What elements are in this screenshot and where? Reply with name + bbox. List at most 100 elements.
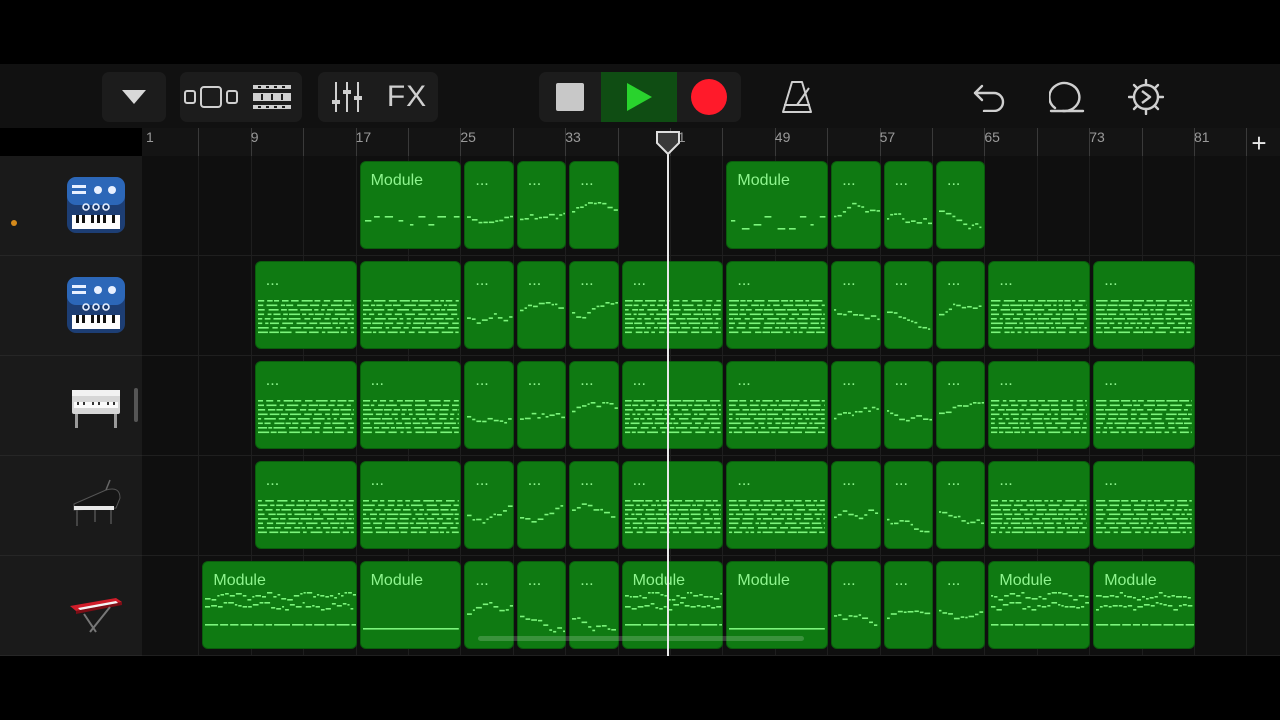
midi-region[interactable]: ... xyxy=(516,361,567,449)
track-header-1[interactable] xyxy=(0,156,142,256)
midi-region[interactable]: Module xyxy=(726,161,829,249)
midi-region[interactable]: ... xyxy=(831,361,881,449)
midi-region[interactable]: ... xyxy=(516,461,567,549)
midi-region[interactable]: ... xyxy=(883,361,933,449)
midi-region[interactable]: ... xyxy=(464,361,514,449)
region-label: ... xyxy=(737,272,751,289)
midi-region[interactable]: ... xyxy=(569,361,619,449)
midi-region[interactable]: ... xyxy=(254,461,357,549)
region-label: ... xyxy=(947,372,961,389)
midi-region[interactable] xyxy=(359,261,462,349)
midi-region[interactable]: ... xyxy=(726,361,829,449)
midi-region[interactable]: ... xyxy=(726,261,829,349)
midi-region[interactable]: ... xyxy=(988,361,1091,449)
midi-region[interactable]: ... xyxy=(883,461,933,549)
midi-region[interactable]: ... xyxy=(464,161,514,249)
ruler-tick xyxy=(1036,128,1038,156)
horizontal-scrollbar[interactable] xyxy=(478,636,804,641)
playhead-handle[interactable] xyxy=(655,130,681,156)
midi-region[interactable]: Module xyxy=(1093,561,1195,649)
region-label: ... xyxy=(947,272,961,289)
region-notes xyxy=(939,609,984,620)
midi-region[interactable]: ... xyxy=(621,461,724,549)
midi-region[interactable]: ... xyxy=(254,361,357,449)
region-notes xyxy=(834,202,880,218)
undo-button[interactable] xyxy=(966,72,1012,122)
region-notes xyxy=(467,415,513,424)
midi-region[interactable]: ... xyxy=(936,161,986,249)
midi-region[interactable]: ... xyxy=(516,161,567,249)
midi-region[interactable]: ... xyxy=(359,361,462,449)
bar-ruler[interactable]: 19172533414957657381 xyxy=(142,128,1280,156)
midi-region[interactable]: ... xyxy=(936,261,986,349)
midi-region[interactable]: ... xyxy=(988,461,1091,549)
midi-region[interactable]: ... xyxy=(569,261,619,349)
midi-region[interactable]: ... xyxy=(1093,461,1195,549)
midi-region[interactable]: Module xyxy=(359,561,462,649)
region-label: ... xyxy=(842,472,856,489)
region-label: ... xyxy=(999,272,1013,289)
add-section-button[interactable]: + xyxy=(1246,130,1272,157)
midi-region[interactable]: ... xyxy=(569,161,619,249)
region-label: ... xyxy=(265,472,280,489)
midi-region[interactable]: ... xyxy=(831,561,881,649)
ruler-tick xyxy=(512,128,514,156)
region-label: ... xyxy=(842,572,856,589)
midi-region[interactable]: ... xyxy=(359,461,462,549)
region-label: ... xyxy=(947,572,961,589)
track-headers xyxy=(0,156,142,656)
ruler-tick xyxy=(408,128,409,156)
region-notes xyxy=(886,518,930,533)
midi-region[interactable]: Module xyxy=(988,561,1091,649)
midi-region[interactable]: ... xyxy=(464,261,514,349)
midi-region[interactable]: ... xyxy=(831,461,881,549)
midi-region[interactable]: ... xyxy=(883,161,933,249)
midi-region[interactable]: ... xyxy=(254,261,357,349)
midi-region[interactable]: Module xyxy=(202,561,357,649)
midi-region[interactable]: ... xyxy=(936,461,986,549)
midi-region[interactable]: ... xyxy=(883,261,933,349)
region-label: ... xyxy=(1104,372,1118,389)
midi-region[interactable]: ... xyxy=(464,461,514,549)
track-lane[interactable] xyxy=(142,156,1280,256)
midi-region[interactable]: ... xyxy=(569,461,619,549)
region-label: ... xyxy=(475,572,489,589)
metronome-button[interactable] xyxy=(774,72,820,122)
midi-region[interactable]: ... xyxy=(1093,261,1195,349)
track-header-5[interactable] xyxy=(0,556,142,656)
midi-region[interactable]: ... xyxy=(831,261,881,349)
midi-region[interactable]: ... xyxy=(621,361,724,449)
stop-button[interactable] xyxy=(539,72,601,122)
region-label: ... xyxy=(580,572,594,589)
settings-button[interactable] xyxy=(1123,72,1169,122)
midi-region[interactable]: ... xyxy=(516,261,567,349)
midi-region[interactable]: Module xyxy=(359,161,462,249)
midi-region[interactable]: ... xyxy=(936,561,986,649)
loop-button[interactable] xyxy=(1044,72,1090,122)
midi-region[interactable]: ... xyxy=(883,561,933,649)
fx-button[interactable]: FX xyxy=(376,72,438,122)
midi-region[interactable]: ... xyxy=(831,161,881,249)
transport-group xyxy=(539,72,741,122)
tracks-area[interactable]: Module......... Module...................… xyxy=(142,156,1280,656)
header-scroll-indicator xyxy=(134,388,138,422)
midi-region[interactable]: ... xyxy=(988,261,1091,349)
region-label: ... xyxy=(894,272,908,289)
midi-region[interactable]: ... xyxy=(726,461,829,549)
midi-region[interactable]: ... xyxy=(621,261,724,349)
record-button[interactable] xyxy=(677,72,741,122)
mixer-button[interactable] xyxy=(318,72,376,122)
loop-browser-button[interactable] xyxy=(241,72,302,122)
metronome-icon xyxy=(782,81,812,113)
region-label: ... xyxy=(894,172,908,189)
region-label: Module xyxy=(737,572,790,589)
track-header-4[interactable] xyxy=(0,456,142,556)
play-button[interactable] xyxy=(601,72,677,122)
view-menu-button[interactable] xyxy=(102,72,166,122)
midi-region[interactable]: ... xyxy=(936,361,986,449)
track-header-3[interactable] xyxy=(0,356,142,456)
region-label: ... xyxy=(527,272,542,289)
track-header-2[interactable] xyxy=(0,256,142,356)
midi-region[interactable]: ... xyxy=(1093,361,1195,449)
tracks-view-button[interactable] xyxy=(180,72,241,122)
